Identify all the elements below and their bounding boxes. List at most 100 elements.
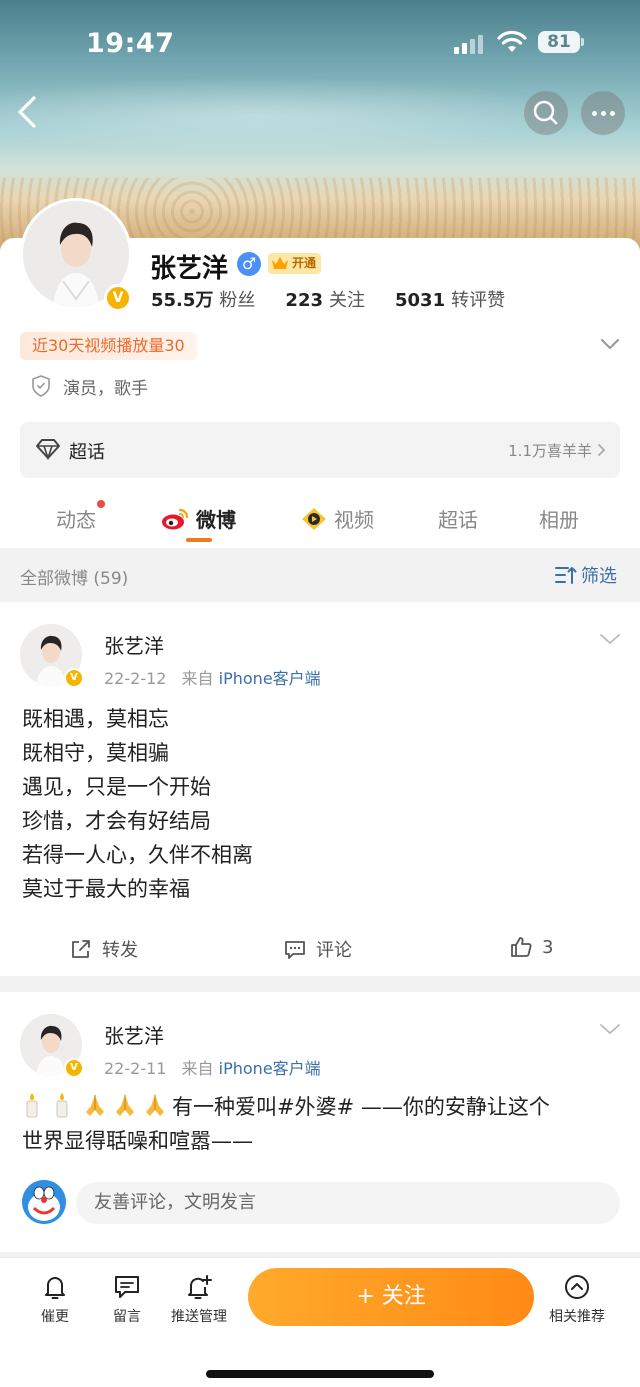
- post-actions: 转发 评论 3: [0, 932, 640, 968]
- message-icon: [115, 1276, 139, 1298]
- post-meta: 22-2-11 来自 iPhone客户端: [104, 1055, 321, 1079]
- post-source[interactable]: iPhone客户端: [219, 1059, 321, 1078]
- chevron-down-icon[interactable]: [599, 1022, 621, 1036]
- back-icon[interactable]: [12, 94, 44, 130]
- tab-feed-label: 动态: [56, 508, 96, 532]
- weibo-logo-icon: [162, 508, 189, 529]
- tab-video[interactable]: 视频: [300, 504, 374, 533]
- followers-count: 55.5万: [151, 290, 214, 311]
- followers-label: 粉丝: [219, 290, 256, 311]
- tab-album[interactable]: 相册: [539, 504, 579, 533]
- tab-weibo[interactable]: 微博: [160, 504, 236, 533]
- post-date: 22-2-12: [104, 669, 167, 688]
- hashtag-link[interactable]: #外婆#: [277, 1095, 354, 1119]
- filter-label: 筛选: [581, 566, 617, 587]
- filter-button[interactable]: 筛选: [555, 562, 617, 588]
- related-recommend-label: 相关推荐: [549, 1309, 605, 1325]
- post-source[interactable]: iPhone客户端: [219, 669, 321, 688]
- comment-button[interactable]: 评论: [284, 936, 352, 962]
- push-settings-button[interactable]: 推送管理: [164, 1268, 234, 1326]
- filter-icon: [555, 567, 577, 584]
- identity-row: 演员，歌手: [31, 374, 148, 399]
- post-card[interactable]: V 张艺洋 22-2-11 来自 iPhone客户端 有一种爱叫#外婆# ——你…: [0, 992, 640, 1252]
- profile-stats: 55.5万 粉丝 223 关注 5031 转评赞: [151, 286, 505, 312]
- tab-feed[interactable]: 动态: [56, 500, 105, 533]
- message-label: 留言: [113, 1309, 141, 1325]
- comment-label: 评论: [316, 940, 352, 961]
- bell-icon: [45, 1277, 65, 1299]
- remind-update-button[interactable]: 催更: [20, 1268, 90, 1326]
- bell-plus-icon: [188, 1275, 212, 1299]
- verified-badge-icon: V: [104, 284, 132, 312]
- message-button[interactable]: 留言: [92, 1268, 162, 1326]
- home-indicator[interactable]: [206, 1370, 434, 1378]
- user-avatar: [22, 1180, 66, 1224]
- search-button[interactable]: [524, 91, 568, 135]
- recommend-icon: [565, 1275, 589, 1299]
- unread-dot: [97, 500, 105, 508]
- follow-button[interactable]: + 关注: [248, 1268, 534, 1326]
- pray-emoji-icon: [86, 1095, 104, 1116]
- video-views-tag[interactable]: 近30天视频播放量30: [20, 332, 197, 360]
- repost-button[interactable]: 转发: [70, 936, 138, 962]
- cellular-signal-icon: [454, 34, 483, 54]
- more-icon: [592, 111, 615, 116]
- tab-weibo-label: 微博: [196, 508, 236, 532]
- chevron-down-icon[interactable]: [599, 632, 621, 646]
- comment-row: 友善评论，文明发言: [20, 1180, 620, 1226]
- wifi-icon: [497, 30, 527, 52]
- chevron-down-icon[interactable]: [600, 337, 620, 351]
- video-icon: [302, 507, 326, 530]
- active-tab-indicator: [186, 538, 212, 542]
- search-icon: [533, 100, 558, 125]
- post-line: 遇见，只是一个开始: [22, 775, 211, 799]
- verified-badge-icon: V: [64, 1058, 84, 1078]
- post-date: 22-2-11: [104, 1059, 167, 1078]
- diamond-icon: [36, 439, 60, 460]
- tab-supertopic-label: 超话: [438, 508, 478, 532]
- all-weibo-count: 全部微博 (59): [20, 569, 129, 589]
- post-text: 既相遇，莫相忘 既相守，莫相骗 遇见，只是一个开始 珍惜，才会有好结局 若得一人…: [22, 702, 253, 906]
- profile-name: 张艺洋: [150, 254, 229, 284]
- post-author[interactable]: 张艺洋: [104, 630, 164, 659]
- male-icon: ♂: [237, 252, 261, 276]
- candle-emoji-icon: [26, 1093, 38, 1118]
- tab-album-label: 相册: [539, 508, 579, 532]
- comment-icon: [285, 941, 305, 959]
- supertopic-count: 1.1万喜羊羊: [508, 442, 592, 460]
- following-stat[interactable]: 223 关注: [285, 286, 365, 312]
- more-button[interactable]: [581, 91, 625, 135]
- post-from: 来自: [181, 1059, 214, 1078]
- comment-input[interactable]: 友善评论，文明发言: [76, 1182, 620, 1224]
- post-text-part: 世界显得聒噪和喧嚣——: [22, 1129, 253, 1153]
- post-line: 莫过于最大的幸福: [22, 877, 190, 901]
- post-card[interactable]: V 张艺洋 22-2-12 来自 iPhone客户端 既相遇，莫相忘 既相守，莫…: [0, 602, 640, 976]
- vip-label: 开通: [292, 256, 317, 270]
- supertopic-label: 超话: [69, 442, 105, 463]
- interactions-count: 5031: [395, 290, 446, 311]
- following-label: 关注: [329, 290, 365, 311]
- related-recommend-button[interactable]: 相关推荐: [542, 1268, 612, 1326]
- post-line: 既相守，莫相骗: [22, 741, 169, 765]
- thumbs-up-icon: [511, 937, 532, 957]
- tab-supertopic[interactable]: 超话: [438, 504, 478, 533]
- like-count: 3: [542, 936, 554, 958]
- like-button[interactable]: 3: [510, 936, 553, 958]
- pray-emoji-icon: [116, 1095, 134, 1116]
- post-meta: 22-2-12 来自 iPhone客户端: [104, 665, 321, 689]
- following-count: 223: [285, 290, 323, 311]
- repost-label: 转发: [102, 940, 138, 961]
- candle-emoji-icon: [56, 1093, 68, 1118]
- supertopic-bar[interactable]: 超话 1.1万喜羊羊: [20, 422, 620, 478]
- filter-bar: 全部微博 (59) 筛选: [0, 548, 640, 602]
- tab-video-label: 视频: [334, 508, 374, 532]
- status-time: 19:47: [86, 28, 175, 59]
- followers-stat[interactable]: 55.5万 粉丝: [151, 286, 255, 312]
- interactions-stat[interactable]: 5031 转评赞: [395, 286, 505, 312]
- pray-emoji-icon: [146, 1095, 164, 1116]
- remind-update-label: 催更: [41, 1309, 69, 1325]
- vip-open-button[interactable]: 开通: [268, 253, 322, 274]
- identity-text: 演员，歌手: [63, 378, 148, 399]
- post-author[interactable]: 张艺洋: [104, 1020, 164, 1049]
- verified-badge-icon: V: [64, 668, 84, 688]
